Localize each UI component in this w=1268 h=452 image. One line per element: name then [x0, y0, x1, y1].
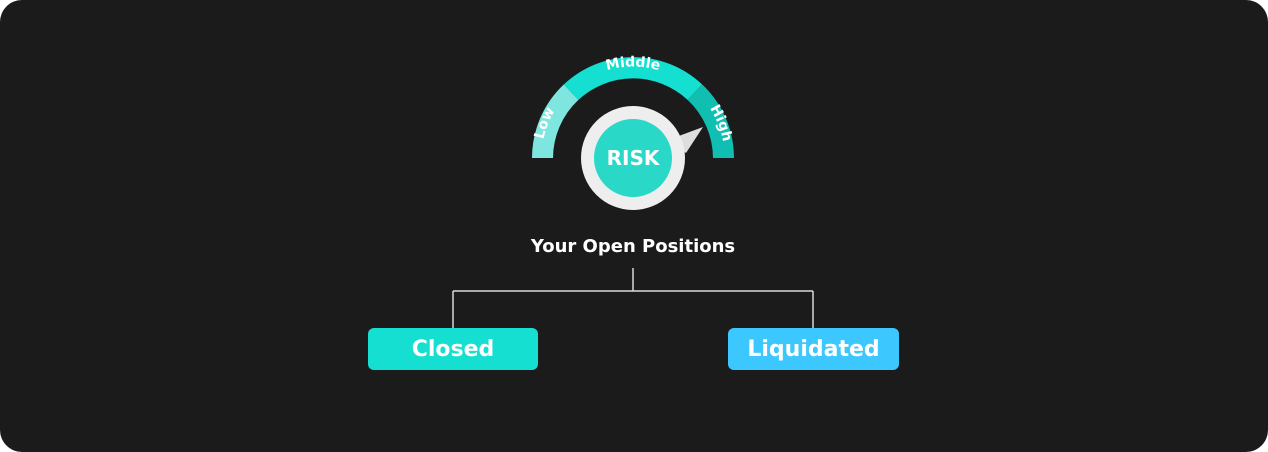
risk-diagram: Low Middle High RISK Your Open Positions	[452, 54, 814, 328]
outcome-liquidated: Liquidated	[728, 328, 899, 370]
tree-connectors	[452, 268, 814, 328]
risk-label: RISK	[607, 146, 661, 170]
diagram-title: Your Open Positions	[530, 236, 735, 257]
outcome-closed: Closed	[368, 328, 538, 370]
